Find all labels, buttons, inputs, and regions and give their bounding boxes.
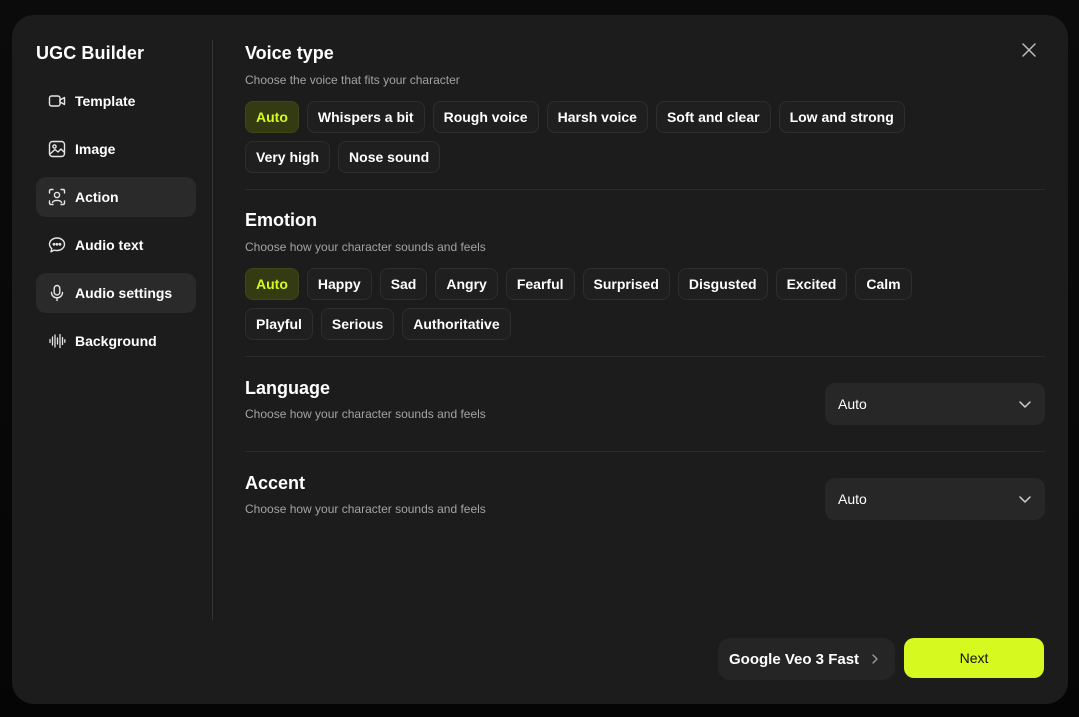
sidebar-item-audio-text[interactable]: Audio text <box>36 225 196 265</box>
language-select-value: Auto <box>838 396 867 412</box>
emotion-chip-authoritative[interactable]: Authoritative <box>402 308 511 340</box>
chevron-down-icon <box>1018 397 1032 411</box>
microphone-icon <box>48 284 66 302</box>
model-selector-button[interactable]: Google Veo 3 Fast <box>718 638 895 680</box>
emotion-section: Emotion Choose how your character sounds… <box>245 210 1045 348</box>
language-row: Language Choose how your character sound… <box>245 378 1045 425</box>
voice-chip-low-and-strong[interactable]: Low and strong <box>778 101 905 133</box>
emotion-chip-serious[interactable]: Serious <box>320 308 395 340</box>
sidebar-item-audio-settings[interactable]: Audio settings <box>36 273 196 313</box>
voice-chip-harsh-voice[interactable]: Harsh voice <box>546 101 648 133</box>
model-label: Google Veo 3 Fast <box>729 650 860 668</box>
app-title: UGC Builder <box>36 43 145 63</box>
voice-chip-whispers-a-bit[interactable]: Whispers a bit <box>306 101 425 133</box>
sidebar-item-label: Image <box>75 141 116 157</box>
voice-type-section: Voice type Choose the voice that fits yo… <box>245 43 1045 181</box>
accent-select-value: Auto <box>838 491 867 507</box>
chevron-down-icon <box>1018 492 1032 506</box>
video-icon <box>48 92 66 110</box>
emotion-chip-auto[interactable]: Auto <box>245 268 299 300</box>
sidebar-item-label: Action <box>75 189 119 205</box>
section-title: Emotion <box>245 210 317 230</box>
image-icon <box>48 140 66 158</box>
waveform-icon <box>48 332 66 350</box>
emotion-chip-happy[interactable]: Happy <box>306 268 372 300</box>
sidebar-divider <box>212 40 213 620</box>
language-select[interactable]: Auto <box>825 383 1045 425</box>
sidebar-item-image[interactable]: Image <box>36 129 196 169</box>
sidebar-nav: Template Image Action Audio text Audio s… <box>36 81 196 369</box>
emotion-chip-calm[interactable]: Calm <box>855 268 912 300</box>
next-button[interactable]: Next <box>904 638 1044 678</box>
emotion-chip-surprised[interactable]: Surprised <box>582 268 670 300</box>
emotion-chip-fearful[interactable]: Fearful <box>505 268 575 300</box>
voice-chip-soft-and-clear[interactable]: Soft and clear <box>655 101 771 133</box>
sidebar-item-label: Audio text <box>75 237 144 253</box>
emotion-chip-disgusted[interactable]: Disgusted <box>677 268 768 300</box>
sidebar-item-label: Template <box>75 93 136 109</box>
voice-chip-very-high[interactable]: Very high <box>245 141 331 173</box>
sidebar-item-template[interactable]: Template <box>36 81 196 121</box>
accent-select[interactable]: Auto <box>825 478 1045 520</box>
person-icon <box>48 188 66 206</box>
section-subtitle: Choose the voice that fits your characte… <box>245 73 460 87</box>
sidebar-item-label: Audio settings <box>75 285 173 301</box>
section-divider <box>245 189 1045 190</box>
sidebar-item-action[interactable]: Action <box>36 177 196 217</box>
sidebar-item-background[interactable]: Background <box>36 321 196 361</box>
emotion-chip-angry[interactable]: Angry <box>435 268 498 300</box>
chevron-right-icon <box>869 653 881 665</box>
sidebar: UGC Builder Template Image Action Audio … <box>12 15 212 704</box>
emotion-chip-sad[interactable]: Sad <box>379 268 428 300</box>
sidebar-item-label: Background <box>75 333 157 349</box>
emotion-chip-playful[interactable]: Playful <box>245 308 313 340</box>
ugc-builder-modal: UGC Builder Template Image Action Audio … <box>12 15 1068 704</box>
section-divider <box>245 356 1045 357</box>
voice-chip-nose-sound[interactable]: Nose sound <box>338 141 441 173</box>
section-divider <box>245 451 1045 452</box>
emotion-options: Auto Happy Sad Angry Fearful Surprised D… <box>245 268 925 348</box>
voice-chip-rough-voice[interactable]: Rough voice <box>432 101 539 133</box>
section-subtitle: Choose how your character sounds and fee… <box>245 240 486 254</box>
voice-chip-auto[interactable]: Auto <box>245 101 299 133</box>
section-title: Voice type <box>245 43 334 63</box>
accent-row: Accent Choose how your character sounds … <box>245 473 1045 520</box>
chat-icon <box>48 236 66 254</box>
voice-type-options: Auto Whispers a bit Rough voice Harsh vo… <box>245 101 945 181</box>
emotion-chip-excited[interactable]: Excited <box>775 268 848 300</box>
